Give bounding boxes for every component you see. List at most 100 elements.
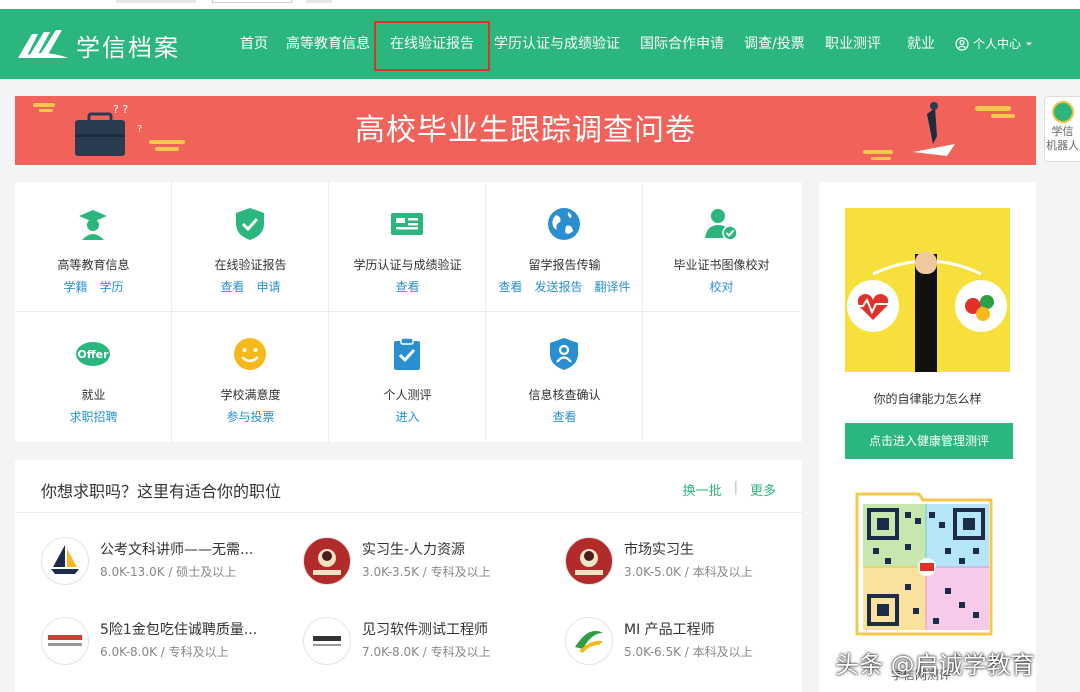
- user-check-icon: [703, 206, 739, 242]
- restaurant-logo-icon: [303, 537, 351, 585]
- link-apply[interactable]: 申请: [257, 278, 281, 295]
- id-card-icon: [389, 206, 425, 242]
- clipboard-check-icon: [389, 336, 425, 372]
- job-title: MI 产品工程师: [624, 622, 715, 638]
- link-proofread[interactable]: 校对: [709, 278, 733, 295]
- job-meta: 3.0K-3.5K / 专科及以上: [362, 565, 491, 579]
- link-send-report[interactable]: 发送报告: [534, 278, 582, 295]
- green-logo-icon: [565, 617, 613, 665]
- highlight-box: [374, 21, 490, 71]
- shield-user-icon: [546, 336, 582, 372]
- job-title: 实习生-人力资源: [362, 542, 466, 558]
- jobs-title: 你想求职吗？这里有适合你的职位: [41, 482, 282, 501]
- ad-caption: 你的自律能力怎么样: [873, 392, 982, 406]
- job-card[interactable]: 实习生-人力资源 3.0K-3.5K / 专科及以上: [303, 537, 553, 587]
- sailboat-logo-icon: [41, 537, 89, 585]
- user-center-label: 个人中心: [973, 37, 1022, 51]
- service-certificate-image-check[interactable]: 毕业证书图像校对 校对: [643, 182, 800, 312]
- survey-banner[interactable]: ? ? ? 高校毕业生跟踪调查问卷: [15, 96, 1036, 165]
- link-view[interactable]: 查看: [498, 278, 522, 295]
- link-translation[interactable]: 翻译件: [595, 278, 631, 295]
- job-meta: 8.0K-13.0K / 硕士及以上: [100, 565, 237, 579]
- service-degree-certification[interactable]: 学历认证与成绩验证 查看: [329, 182, 486, 312]
- job-meta: 3.0K-5.0K / 本科及以上: [624, 565, 753, 579]
- service-name: 毕业证书图像校对: [673, 258, 770, 272]
- link-job-recruitment[interactable]: 求职招聘: [69, 408, 117, 425]
- service-name: 个人测评: [383, 388, 432, 402]
- restaurant-logo-icon: [565, 537, 613, 585]
- service-name: 学历认证与成绩验证: [353, 258, 462, 272]
- top-navbar: 学信档案 首页 高等教育信息 在线验证报告 学历认证与成绩验证 国际合作申请 调…: [0, 9, 1080, 79]
- job-title: 见习软件测试工程师: [362, 622, 488, 638]
- svg-text:Offer: Offer: [77, 348, 109, 361]
- watermark-text: 头条 @启诚学教育: [835, 651, 1035, 679]
- shield-check-icon: [232, 206, 268, 242]
- nav-degree-certification[interactable]: 学历认证与成绩验证: [494, 9, 620, 79]
- service-name: 在线验证报告: [214, 258, 287, 272]
- service-name: 留学报告传输: [528, 258, 601, 272]
- service-info-verification[interactable]: 信息核查确认 查看: [486, 312, 643, 442]
- offer-icon: Offer: [75, 336, 111, 372]
- link-view[interactable]: 查看: [220, 278, 244, 295]
- graduate-icon: [75, 206, 111, 242]
- sidebar-ad: 你的自律能力怎么样 点击进入健康管理测评 学信网测评: [819, 182, 1036, 692]
- browser-top-strip: [0, 0, 1080, 9]
- service-school-satisfaction[interactable]: 学校满意度 参与投票: [172, 312, 329, 442]
- user-center-menu[interactable]: 个人中心: [955, 9, 1033, 79]
- robot-assistant[interactable]: 学信 机器人: [1044, 96, 1080, 162]
- job-meta: 7.0K-8.0K / 专科及以上: [362, 645, 491, 659]
- user-icon: [955, 37, 969, 51]
- smiley-icon: [232, 336, 268, 372]
- robot-label-line2: 机器人: [1046, 139, 1079, 152]
- link-view[interactable]: 查看: [395, 278, 419, 295]
- job-card[interactable]: 公考文科讲师——无需... 8.0K-13.0K / 硕士及以上: [41, 537, 291, 587]
- robot-label-line1: 学信: [1051, 125, 1074, 138]
- self-discipline-illustration[interactable]: [845, 208, 1010, 372]
- nav-survey-vote[interactable]: 调查/投票: [744, 9, 805, 79]
- site-logo[interactable]: 学信档案: [16, 27, 180, 63]
- link-degree[interactable]: 学历: [100, 278, 124, 295]
- job-card[interactable]: 市场实习生 3.0K-5.0K / 本科及以上: [565, 537, 815, 587]
- service-name: 就业: [81, 388, 106, 402]
- job-title: 市场实习生: [624, 542, 694, 558]
- services-panel: 高等教育信息 学籍 学历 在线验证报告 查看 申请 学历认证与成绩验证 查看 留学报…: [15, 182, 802, 442]
- health-assessment-button[interactable]: 点击进入健康管理测评: [845, 423, 1013, 459]
- divider: [15, 512, 802, 513]
- strip-tab: [306, 0, 332, 3]
- nav-career-assessment[interactable]: 职业测评: [825, 9, 881, 79]
- link-vote[interactable]: 参与投票: [226, 408, 274, 425]
- logo-text: 学信档案: [76, 33, 180, 62]
- job-card[interactable]: 见习软件测试工程师 7.0K-8.0K / 专科及以上: [303, 617, 553, 667]
- globe-icon: [546, 206, 582, 242]
- nav-home[interactable]: 首页: [240, 9, 268, 79]
- nav-employment[interactable]: 就业: [907, 9, 935, 79]
- refresh-jobs-link[interactable]: 换一批: [683, 480, 722, 499]
- logo-icon: [18, 30, 68, 58]
- qr-code-icon: [849, 488, 999, 638]
- service-employment[interactable]: Offer 就业 求职招聘: [15, 312, 172, 442]
- wanbao-logo-icon: [41, 617, 89, 665]
- job-meta: 5.0K-6.5K / 本科及以上: [624, 645, 753, 659]
- job-card[interactable]: 5险1金包吃住诚聘质量... 6.0K-8.0K / 专科及以上: [41, 617, 291, 667]
- service-online-verification[interactable]: 在线验证报告 查看 申请: [172, 182, 329, 312]
- service-higher-education[interactable]: 高等教育信息 学籍 学历: [15, 182, 172, 312]
- service-empty-cell: [643, 312, 800, 442]
- job-meta: 6.0K-8.0K / 专科及以上: [100, 645, 229, 659]
- service-study-abroad-report[interactable]: 留学报告传输 查看 发送报告 翻译件: [486, 182, 643, 312]
- strip-tab: [212, 0, 292, 3]
- chevron-down-icon: [1026, 42, 1033, 46]
- jobs-action-separator: |: [733, 480, 738, 495]
- service-name: 信息核查确认: [528, 388, 601, 402]
- link-view[interactable]: 查看: [552, 408, 576, 425]
- link-enter[interactable]: 进入: [395, 408, 419, 425]
- banner-title: 高校毕业生跟踪调查问卷: [355, 113, 696, 148]
- more-jobs-link[interactable]: 更多: [750, 480, 776, 499]
- nav-international-cooperation[interactable]: 国际合作申请: [640, 9, 724, 79]
- nav-higher-education-info[interactable]: 高等教育信息: [286, 9, 370, 79]
- software-group-logo-icon: [303, 617, 351, 665]
- job-card[interactable]: MI 产品工程师 5.0K-6.5K / 本科及以上: [565, 617, 815, 667]
- robot-icon: [1051, 101, 1074, 123]
- service-personal-assessment[interactable]: 个人测评 进入: [329, 312, 486, 442]
- job-title: 5险1金包吃住诚聘质量...: [100, 622, 258, 638]
- link-student-status[interactable]: 学籍: [63, 278, 87, 295]
